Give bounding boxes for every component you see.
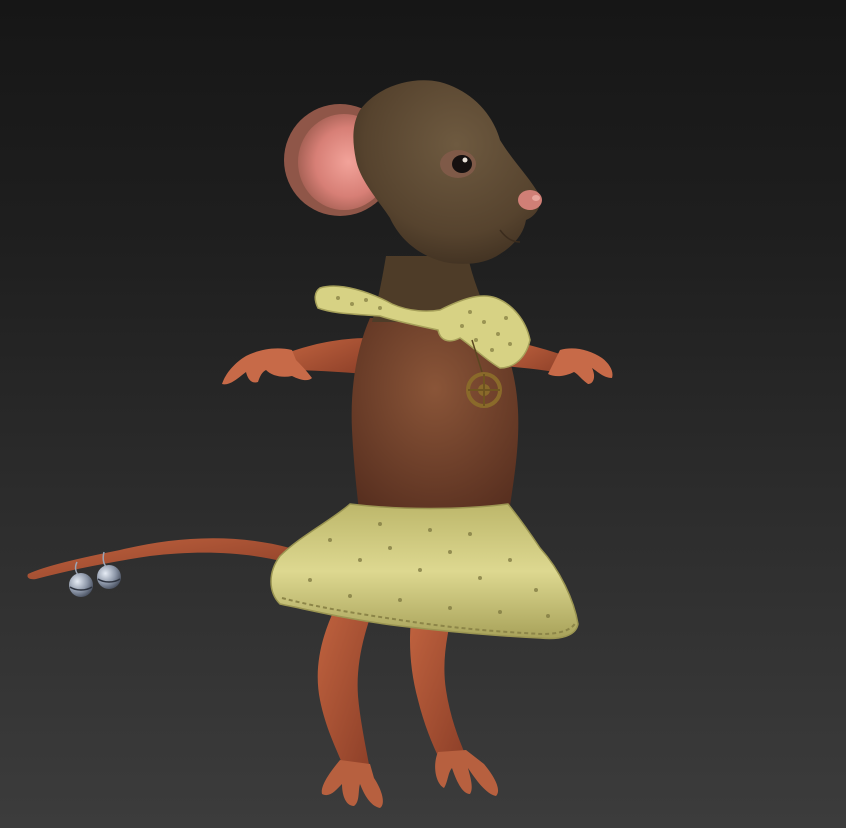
leg-right — [410, 612, 499, 796]
torso — [351, 256, 519, 520]
eye — [440, 150, 476, 178]
skirt — [270, 503, 579, 640]
tail — [27, 538, 291, 580]
nose — [518, 190, 542, 210]
render-viewport — [0, 0, 846, 828]
leg-left — [317, 608, 383, 808]
mouse-character-render — [27, 80, 613, 808]
arm-left — [222, 338, 368, 385]
